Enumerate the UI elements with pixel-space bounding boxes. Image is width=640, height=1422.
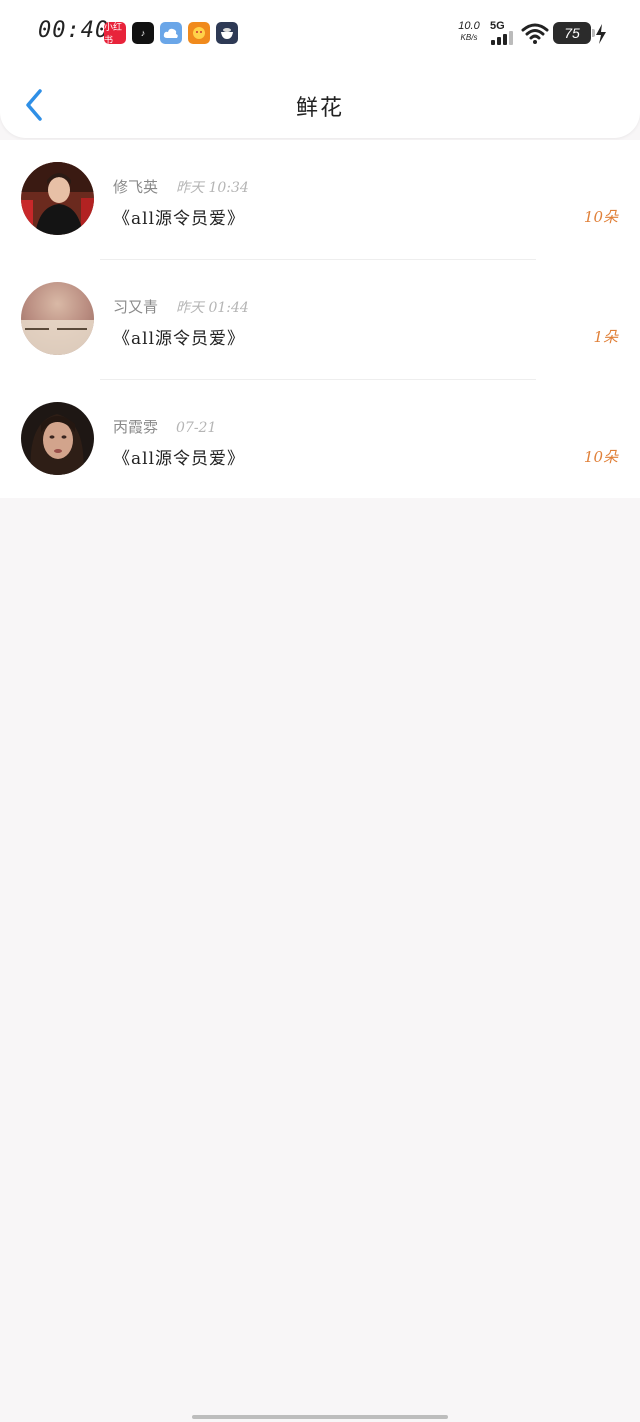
header: 00:40 小红书 ♪ 10.0 KB/s 5G 75 鲜花: [0, 0, 640, 138]
network-speed: 10.0 KB/s: [458, 20, 480, 43]
cloud-icon: [160, 22, 182, 44]
avatar[interactable]: [21, 162, 94, 235]
list-item[interactable]: 丙霞雰 07-21 《all源令员爱》 10朵: [0, 380, 640, 499]
book-title: 《all源令员爱》: [113, 209, 246, 229]
sender-name: 丙霞雰: [113, 418, 159, 436]
flower-list: 修飞英 昨天 10:34 《all源令员爱》 10朵 习又青 昨天 01:44 …: [0, 140, 640, 498]
sent-time: 昨天 01:44: [176, 300, 249, 316]
item-meta: 丙霞雰 07-21: [113, 416, 216, 437]
avatar[interactable]: [21, 282, 94, 355]
book-title: 《all源令员爱》: [113, 329, 246, 349]
xiaohongshu-icon: 小红书: [104, 22, 126, 44]
flower-count: 1朵: [593, 328, 618, 346]
page-title: 鲜花: [295, 96, 344, 121]
battery-indicator: 75: [553, 22, 595, 44]
sender-name: 修飞英: [113, 178, 159, 196]
notification-icons: 小红书 ♪: [104, 22, 238, 44]
sent-time: 昨天 10:34: [176, 180, 249, 196]
charging-icon: [596, 24, 606, 44]
sent-time: 07-21: [176, 420, 217, 436]
shop-icon: [188, 22, 210, 44]
status-time: 00:40: [38, 18, 110, 43]
book-title: 《all源令员爱》: [113, 449, 246, 469]
rice-bowl-icon: [216, 22, 238, 44]
item-meta: 习又青 昨天 01:44: [113, 296, 249, 317]
avatar[interactable]: [21, 402, 94, 475]
item-meta: 修飞英 昨天 10:34: [113, 176, 249, 197]
tiktok-icon: ♪: [132, 22, 154, 44]
wifi-icon: [521, 23, 549, 44]
home-indicator[interactable]: [192, 1415, 448, 1419]
sender-name: 习又青: [113, 298, 159, 316]
list-item[interactable]: 习又青 昨天 01:44 《all源令员爱》 1朵: [0, 260, 640, 379]
list-item[interactable]: 修飞英 昨天 10:34 《all源令员爱》 10朵: [0, 140, 640, 259]
flower-count: 10朵: [583, 448, 618, 466]
flower-count: 10朵: [583, 208, 618, 226]
signal-icon: [491, 31, 513, 45]
